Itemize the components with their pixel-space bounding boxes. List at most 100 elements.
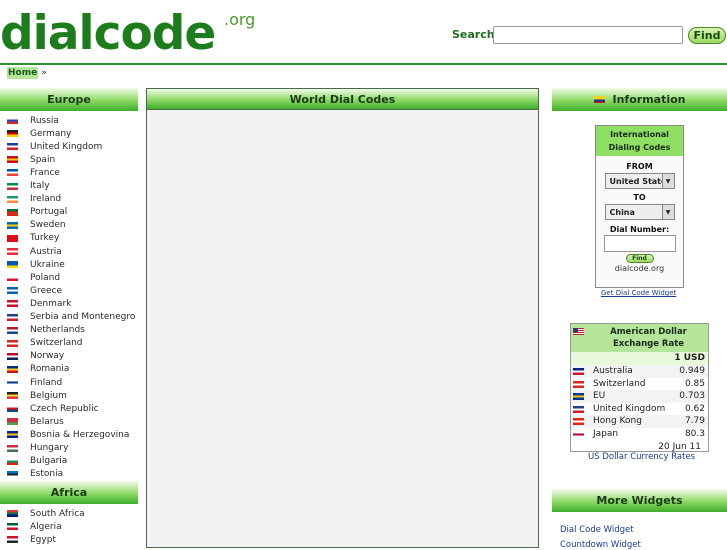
country-link[interactable]: Portugal [0, 206, 138, 219]
rate-row: EU 0.703 [571, 390, 708, 403]
breadcrumb-separator: » [41, 68, 47, 78]
rate-row: Switzerland 0.85 [571, 378, 708, 391]
country-link[interactable]: Germany [0, 127, 138, 140]
from-select[interactable]: United States ▼ [604, 173, 675, 189]
dial-number-input[interactable] [603, 235, 676, 252]
world-dial-codes-title: World Dial Codes [289, 92, 396, 106]
country-link[interactable]: Sweden [0, 219, 138, 232]
rate-value: 0.85 [684, 378, 705, 389]
flag-icon [7, 379, 18, 386]
country-link[interactable]: Austria [0, 245, 138, 258]
flag-icon [7, 274, 18, 282]
europe-title: Europe [47, 93, 91, 106]
rate-currency: Hong Kong [593, 416, 642, 426]
country-name: Poland [30, 272, 61, 283]
country-link[interactable]: Estonia [0, 468, 138, 481]
country-link[interactable]: Hungary [0, 442, 138, 455]
flag-icon [7, 510, 18, 517]
country-link[interactable]: Norway [0, 350, 138, 363]
rate-currency: EU [593, 391, 606, 401]
country-link[interactable]: United Kingdom [0, 140, 138, 153]
more-widgets-item[interactable]: Dial Code Widget [560, 525, 634, 535]
usd-currency-rates-link[interactable]: US Dollar Currency Rates [588, 452, 695, 462]
flag-icon [7, 234, 18, 242]
rate-row: Japan 80.3 [571, 428, 708, 441]
country-link[interactable]: South Africa [0, 507, 138, 520]
country-link[interactable]: Poland [0, 271, 138, 284]
country-name: Russia [30, 115, 59, 126]
rate-row: Hong Kong 7.79 [571, 415, 708, 428]
country-link[interactable]: Bulgaria [0, 455, 138, 468]
country-link[interactable]: Switzerland [0, 337, 138, 350]
dial-number-label: Dial Number: [609, 225, 670, 234]
widget-find-button[interactable]: Find [625, 254, 654, 263]
flag-icon [7, 248, 18, 255]
country-link[interactable]: Czech Republic [0, 402, 138, 415]
country-name: Netherlands [30, 325, 85, 336]
country-link[interactable]: Belgium [0, 389, 138, 402]
flag-icon [7, 143, 18, 151]
country-name: Czech Republic [30, 403, 99, 414]
country-link[interactable]: Serbia and Montenegro [0, 311, 138, 324]
flag-icon [7, 392, 18, 400]
rate-currency: United Kingdom [593, 403, 666, 414]
logo-tld: .org [224, 10, 256, 29]
flag-icon [7, 431, 18, 439]
country-name: Switzerland [30, 338, 83, 349]
more-widgets-title: More Widgets [596, 494, 683, 507]
get-dial-code-widget-link[interactable]: Get Dial Code Widget [601, 289, 676, 297]
country-name: Romania [30, 364, 70, 375]
country-link[interactable]: France [0, 166, 138, 179]
country-link[interactable]: Ukraine [0, 258, 138, 271]
more-widgets-item[interactable]: Countdown Widget [560, 540, 641, 550]
search-input[interactable] [493, 26, 683, 44]
country-link[interactable]: Netherlands [0, 324, 138, 337]
rate-value: 0.949 [679, 366, 705, 376]
flag-icon [7, 339, 18, 347]
country-link[interactable]: Egypt [0, 533, 138, 546]
flag-icon [573, 393, 584, 400]
widget-title: International Dialing Codes [596, 126, 683, 156]
country-link[interactable]: Ireland [0, 193, 138, 206]
flag-icon [7, 208, 18, 216]
flag-icon [7, 470, 18, 478]
country-link[interactable]: Bosnia & Herzegovina [0, 428, 138, 441]
dial-code-widget: International Dialing Codes FROM United … [595, 125, 684, 288]
find-button[interactable]: Find [688, 27, 726, 44]
country-name: Serbia and Montenegro [30, 312, 136, 322]
country-link[interactable]: Denmark [0, 297, 138, 310]
country-link[interactable]: Finland [0, 376, 138, 389]
country-name: Germany [30, 128, 72, 139]
to-select[interactable]: China ▼ [604, 204, 675, 220]
rate-rows: Australia 0.949 Switzerland 0.85 EU 0.703 Unit… [571, 365, 708, 440]
logo[interactable]: dialcode [0, 10, 216, 57]
country-name: Bulgaria [30, 456, 68, 467]
flag-icon [7, 352, 18, 360]
country-link[interactable]: Greece [0, 284, 138, 297]
country-link[interactable]: Italy [0, 180, 138, 193]
country-link[interactable]: Russia [0, 114, 138, 127]
flag-icon [7, 195, 18, 203]
country-name: United Kingdom [30, 141, 103, 152]
country-link[interactable]: Belarus [0, 415, 138, 428]
breadcrumb-home-link[interactable]: Home [7, 67, 39, 79]
country-link[interactable]: Spain [0, 153, 138, 166]
rate-row: United Kingdom 0.62 [571, 403, 708, 416]
country-name: Bosnia & Herzegovina [30, 429, 130, 440]
information-title: Information [612, 93, 686, 106]
flag-icon [573, 405, 584, 413]
rate-row: Australia 0.949 [571, 365, 708, 378]
country-name: Hungary [30, 443, 69, 453]
more-widgets-header: More Widgets [552, 489, 727, 512]
rate-value: 0.62 [684, 403, 705, 414]
country-link[interactable]: Algeria [0, 520, 138, 533]
flag-icon [573, 418, 584, 425]
search-label: Search [452, 28, 495, 41]
country-link[interactable]: Turkey [0, 232, 138, 245]
widget-site-link[interactable]: dialcode.org [596, 264, 683, 273]
country-name: Ireland [30, 194, 62, 205]
flag-icon [7, 365, 18, 373]
country-name: Turkey [30, 233, 60, 244]
flag-icon [573, 380, 584, 388]
country-link[interactable]: Romania [0, 363, 138, 376]
